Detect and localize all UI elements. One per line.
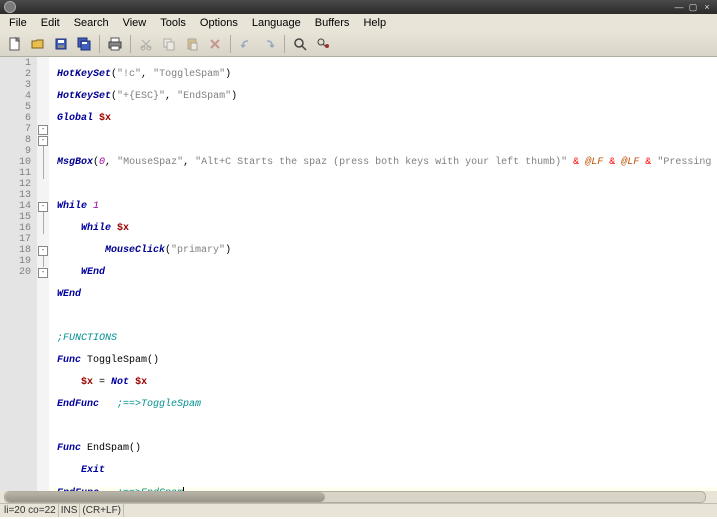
line-number: 3 — [0, 80, 37, 91]
fold-toggle-icon[interactable]: - — [38, 246, 48, 256]
line-number: 15 — [0, 212, 37, 223]
line-number: 6 — [0, 113, 37, 124]
line-number: 4 — [0, 91, 37, 102]
line-number: 8 — [0, 135, 37, 146]
fold-toggle-icon[interactable]: - — [38, 125, 48, 135]
status-eol: (CR+LF) — [80, 504, 124, 517]
undo-button — [235, 33, 257, 55]
toolbar-separator — [230, 35, 231, 53]
line-number: 10 — [0, 157, 37, 168]
fold-column: - - - - - — [37, 57, 49, 491]
line-number: 5 — [0, 102, 37, 113]
menu-options[interactable]: Options — [193, 15, 245, 31]
open-file-button[interactable] — [27, 33, 49, 55]
status-insert-mode: INS — [59, 504, 81, 517]
window-controls: — ▢ × — [673, 3, 713, 11]
code-area[interactable]: HotKeySet("!c", "ToggleSpam") HotKeySet(… — [49, 57, 717, 491]
print-button[interactable] — [104, 33, 126, 55]
toolbar-separator — [130, 35, 131, 53]
menu-bar: File Edit Search View Tools Options Lang… — [0, 14, 717, 32]
search-replace-button[interactable] — [312, 33, 334, 55]
line-number: 11 — [0, 168, 37, 179]
save-all-button[interactable] — [73, 33, 95, 55]
line-number: 16 — [0, 223, 37, 234]
line-number: 19 — [0, 256, 37, 267]
toolbar-separator — [99, 35, 100, 53]
save-button[interactable] — [50, 33, 72, 55]
app-icon — [4, 1, 16, 13]
menu-edit[interactable]: Edit — [34, 15, 67, 31]
line-number: 20 — [0, 267, 37, 278]
line-number: 7 — [0, 124, 37, 135]
line-number: 1 — [0, 58, 37, 69]
toolbar-separator — [284, 35, 285, 53]
maximize-button[interactable]: ▢ — [687, 3, 699, 11]
menu-help[interactable]: Help — [356, 15, 393, 31]
menu-language[interactable]: Language — [245, 15, 308, 31]
close-button[interactable]: × — [701, 3, 713, 11]
status-position: li=20 co=22 — [2, 504, 59, 517]
line-number: 14 — [0, 201, 37, 212]
copy-button — [158, 33, 180, 55]
line-number-gutter: 1 2 3 4 5 6 7 8 9 10 11 12 13 14 15 16 1… — [0, 57, 37, 491]
scroll-thumb[interactable] — [5, 492, 325, 502]
line-number: 18 — [0, 245, 37, 256]
line-number: 9 — [0, 146, 37, 157]
cut-button — [135, 33, 157, 55]
line-number: 13 — [0, 190, 37, 201]
title-bar: — ▢ × — [0, 0, 717, 14]
fold-toggle-icon[interactable]: - — [38, 136, 48, 146]
status-bar: li=20 co=22 INS (CR+LF) — [0, 503, 717, 517]
new-file-button[interactable] — [4, 33, 26, 55]
menu-tools[interactable]: Tools — [153, 15, 193, 31]
menu-search[interactable]: Search — [67, 15, 116, 31]
horizontal-scrollbar[interactable] — [0, 491, 717, 503]
menu-buffers[interactable]: Buffers — [308, 15, 357, 31]
toolbar — [0, 32, 717, 57]
menu-file[interactable]: File — [2, 15, 34, 31]
menu-view[interactable]: View — [116, 15, 154, 31]
editor: 1 2 3 4 5 6 7 8 9 10 11 12 13 14 15 16 1… — [0, 57, 717, 491]
fold-toggle-icon[interactable]: - — [38, 202, 48, 212]
paste-button — [181, 33, 203, 55]
redo-button — [258, 33, 280, 55]
line-number: 2 — [0, 69, 37, 80]
line-number: 12 — [0, 179, 37, 190]
delete-button — [204, 33, 226, 55]
line-number: 17 — [0, 234, 37, 245]
search-button[interactable] — [289, 33, 311, 55]
fold-toggle-icon[interactable]: - — [38, 268, 48, 278]
minimize-button[interactable]: — — [673, 3, 685, 11]
